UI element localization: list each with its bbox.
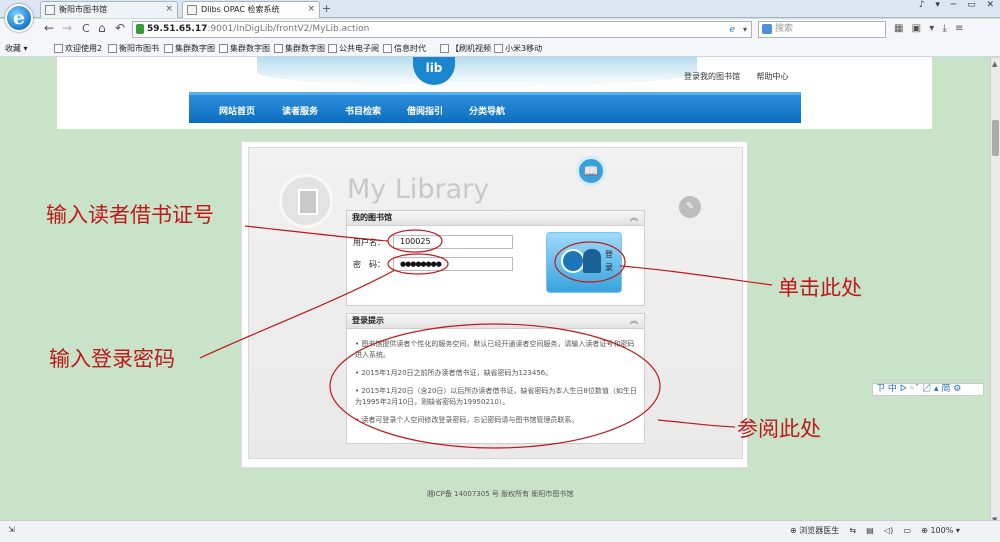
- username-circle: [387, 229, 443, 253]
- tips-circle: [329, 323, 661, 449]
- arrow-tips: [657, 419, 736, 428]
- annotation-see-here: 参阅此处: [737, 417, 821, 441]
- annotation-enter-password: 输入登录密码: [49, 347, 175, 371]
- password-circle: [387, 253, 449, 275]
- arrow-login: [619, 265, 773, 286]
- annotation-enter-card: 输入读者借书证号: [46, 203, 214, 227]
- arrow-username: [244, 225, 389, 242]
- annotation-click-here: 单击此处: [778, 276, 862, 300]
- browser-logo-icon: e: [5, 4, 33, 32]
- annotation-overlay: [199, 225, 773, 449]
- login-circle: [554, 241, 626, 283]
- arrow-password: [199, 269, 396, 359]
